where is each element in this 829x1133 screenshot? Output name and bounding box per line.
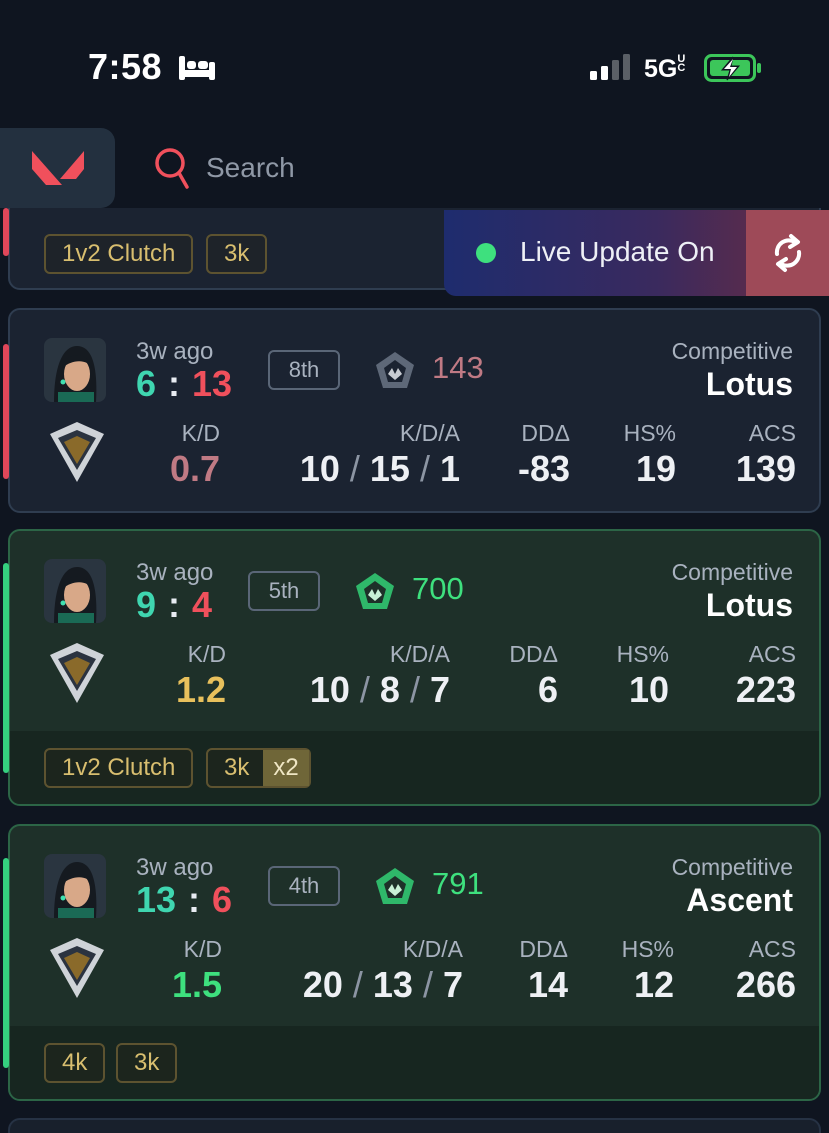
map-name: Lotus [705,587,793,623]
rank-rating-value: 143 [432,350,484,385]
acs-value: 266 [735,964,796,1005]
headshot-percent-value: 12 [633,964,674,1005]
match-card[interactable]: 3w ago 13:6 4th 791 Competitive Ascent K… [8,824,821,1101]
highlight-tag: 4k [44,1043,106,1083]
acs-label: ACS [748,936,796,962]
rank-rating-icon [356,573,394,609]
kd-label: K/D [187,641,226,667]
live-update-banner: Live Update On [444,210,829,296]
game-mode: Competitive [671,338,793,364]
match-card-partial[interactable] [8,1118,821,1133]
match-score: 13:6 [136,879,233,920]
agent-avatar [44,854,106,918]
map-name: Ascent [686,882,793,918]
kda-value: 10/8/7 [309,669,450,710]
highlight-tag: 3k [206,234,268,274]
live-status-dot [476,243,496,263]
kda-value: 20/13/7 [302,964,463,1005]
agent-avatar [44,338,106,402]
damage-delta-label: DDΔ [519,936,568,962]
live-update-label: Live Update On [520,236,715,267]
headshot-percent-value: 10 [628,669,669,710]
rank-rating-icon [376,352,414,388]
battery-charging-icon [704,54,761,82]
highlight-tag: 1v2 Clutch [44,748,194,788]
headshot-percent-label: HS% [623,420,676,446]
search-icon[interactable] [154,147,190,191]
damage-delta-value: -83 [517,448,570,489]
refresh-icon [774,234,801,272]
acs-value: 139 [735,448,796,489]
match-time-ago: 3w ago [136,854,214,881]
highlight-tag: 3k [116,1043,178,1083]
placement-badge: 8th [268,350,340,390]
highlight-tag: 1v2 Clutch [44,234,194,274]
damage-delta-label: DDΔ [521,420,570,446]
headshot-percent-label: HS% [616,641,669,667]
sleep-mode-icon [179,56,215,80]
map-name: Lotus [705,366,793,402]
network-type-label: 5GUC [644,53,686,84]
kda-label: K/D/A [399,420,460,446]
result-indicator-win [3,858,9,1068]
rank-icon [50,422,104,482]
kda-label: K/D/A [389,641,450,667]
status-bar: 7:58 5GUC [0,0,829,120]
kda-value: 10/15/1 [299,448,460,489]
damage-delta-label: DDΔ [509,641,558,667]
result-indicator-loss [3,344,9,479]
app-logo-button[interactable] [0,128,115,208]
cellular-signal-icon [590,54,630,80]
kda-label: K/D/A [402,936,463,962]
game-mode: Competitive [671,854,793,880]
match-score: 6:13 [136,363,233,404]
match-list[interactable]: 1v2 Clutch 3k Live Update On 3w ago 6: … [0,208,829,1133]
kd-label: K/D [181,420,220,446]
acs-label: ACS [748,641,796,667]
search-input[interactable] [206,148,606,188]
agent-avatar [44,559,106,623]
acs-value: 223 [735,669,796,710]
highlight-tags-row: 4k 3k [10,1026,819,1099]
rank-icon [50,643,104,703]
valorant-logo-icon [31,151,84,185]
result-indicator-loss [3,208,9,256]
highlight-tags-row: 1v2 Clutch 3k x2 [10,731,819,804]
multiplier-badge: x2 [263,750,309,786]
rank-rating-icon [376,868,414,904]
highlight-tag: 3k x2 [206,748,311,788]
match-score: 9:4 [136,584,213,625]
match-time-ago: 3w ago [136,559,214,586]
match-card[interactable]: 3w ago 9:4 5th 700 Competitive Lotus K/D… [8,529,821,806]
placement-badge: 4th [268,866,340,906]
match-card[interactable]: 3w ago 6:13 8th 143 Competitive Lotus K/… [8,308,821,513]
refresh-button[interactable] [746,210,829,296]
headshot-percent-value: 19 [635,448,676,489]
kd-label: K/D [183,936,222,962]
kd-value: 0.7 [169,448,220,489]
clock-time: 7:58 [88,46,163,87]
rank-rating-value: 700 [412,571,464,606]
rank-icon [50,938,104,998]
damage-delta-value: 6 [537,669,558,710]
headshot-percent-label: HS% [621,936,674,962]
result-indicator-win [3,563,9,773]
rank-rating-value: 791 [432,866,484,901]
game-mode: Competitive [671,559,793,585]
match-time-ago: 3w ago [136,338,214,365]
damage-delta-value: 14 [527,964,568,1005]
placement-badge: 5th [248,571,320,611]
acs-label: ACS [748,420,796,446]
